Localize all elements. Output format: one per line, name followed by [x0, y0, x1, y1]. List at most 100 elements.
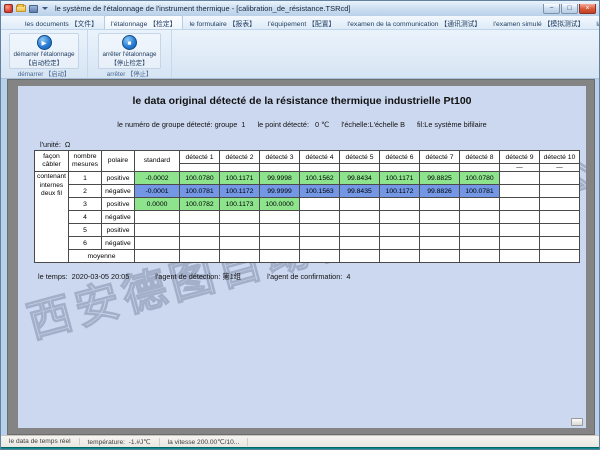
column-header: détecté 6	[380, 151, 420, 164]
start-button-label-cn: 【启动检定】	[25, 58, 63, 67]
report-footer-line: le temps: 2020-03-05 20:05 l'agent de dé…	[38, 272, 350, 282]
detected-value-cell	[220, 224, 260, 237]
detected-value-cell	[300, 224, 340, 237]
detected-value-cell: 99.8434	[340, 172, 380, 185]
mean-value-cell	[180, 250, 220, 263]
mean-value-cell	[220, 250, 260, 263]
detected-value-cell	[180, 211, 220, 224]
standard-value-cell	[135, 237, 180, 250]
detected-value-cell	[540, 172, 580, 185]
detected-value-cell	[460, 224, 500, 237]
detected-value-cell: 100.0780	[180, 172, 220, 185]
table-row-mean: moyenne	[35, 250, 580, 263]
polarity-cell: négative	[102, 237, 135, 250]
measure-number-cell: 4	[69, 211, 102, 224]
measure-number-cell: 5	[69, 224, 102, 237]
detected-value-cell: 99.9998	[260, 172, 300, 185]
confirmation-agent-text: l'agent de confirmation: 4	[267, 272, 350, 282]
detected-value-cell	[340, 211, 380, 224]
start-calibration-button[interactable]: ▶ démarrer l'étalonnage 【启动检定】	[9, 33, 78, 69]
detected-value-cell	[180, 237, 220, 250]
tab-report[interactable]: le formulaire 【报表】	[183, 16, 261, 29]
save-icon[interactable]	[29, 5, 38, 13]
status-segment: le data de temps réel	[1, 438, 80, 445]
detected-value-cell	[340, 237, 380, 250]
close-button[interactable]: ×	[579, 4, 596, 14]
column-subheader	[260, 164, 300, 172]
column-header: détecté 4	[300, 151, 340, 164]
detected-value-cell: 100.1172	[220, 185, 260, 198]
detected-value-cell	[300, 237, 340, 250]
app-window: le système de l'étalonnage de l'instrume…	[0, 0, 600, 450]
mean-value-cell	[380, 250, 420, 263]
wiring-mode-cell: contenant internes deux fil	[35, 172, 69, 263]
detected-value-cell	[300, 211, 340, 224]
mean-value-cell	[420, 250, 460, 263]
column-subheader	[380, 164, 420, 172]
tab-calibration[interactable]: l'étalonnage 【检定】	[104, 15, 184, 29]
column-header: façon câbler	[35, 151, 69, 172]
column-subheader	[420, 164, 460, 172]
detected-value-cell	[380, 198, 420, 211]
detected-value-cell: 100.0000	[260, 198, 300, 211]
detected-value-cell	[500, 198, 540, 211]
detected-value-cell	[540, 237, 580, 250]
mean-value-cell	[340, 250, 380, 263]
polarity-cell: positive	[102, 224, 135, 237]
ribbon-group-start: ▶ démarrer l'étalonnage 【启动检定】 démarrer …	[1, 30, 88, 78]
maximize-button[interactable]: □	[561, 4, 578, 14]
table-row: 3positive0.0000100.0782100.1173100.0000	[35, 198, 580, 211]
detected-value-cell: 99.8435	[340, 185, 380, 198]
status-segment: la vitesse 200.00℃/10...	[160, 438, 249, 446]
detected-value-cell	[180, 224, 220, 237]
play-icon: ▶	[37, 35, 52, 50]
tab-equipment[interactable]: l'équipement 【配置】	[262, 16, 341, 29]
minimize-button[interactable]: −	[543, 4, 560, 14]
detected-value-cell	[340, 224, 380, 237]
detected-value-cell: 100.1172	[380, 185, 420, 198]
column-header: détecté 1	[180, 151, 220, 164]
polarity-cell: négative	[102, 185, 135, 198]
detected-value-cell: 100.1173	[220, 198, 260, 211]
scrollbar-button[interactable]	[571, 418, 583, 426]
tab-documents[interactable]: les documents 【文件】	[19, 16, 104, 29]
detected-value-cell	[260, 224, 300, 237]
column-subheader	[220, 164, 260, 172]
mean-value-cell	[300, 250, 340, 263]
column-header: polaire	[102, 151, 135, 172]
tab-sim-test[interactable]: l'examen simulé 【模拟测试】	[487, 16, 590, 29]
detected-value-cell	[420, 198, 460, 211]
standard-value-cell: 0.0000	[135, 198, 180, 211]
quick-access-dropdown-icon[interactable]	[42, 7, 48, 10]
detected-value-cell	[380, 237, 420, 250]
column-subheader: —	[500, 164, 540, 172]
detection-info-line: le numéro de groupe détecté: groupe 1 le…	[18, 120, 586, 129]
column-header: détecté 3	[260, 151, 300, 164]
tab-view[interactable]: la vision 【视图】	[590, 16, 600, 29]
wire-system-text: fil:Le système bifilaire	[417, 120, 487, 129]
status-segment: température: -1.#J℃	[80, 438, 160, 446]
detected-value-cell	[220, 237, 260, 250]
measure-number-cell: 1	[69, 172, 102, 185]
start-group-label: démarrer 【启动】	[18, 69, 70, 78]
measure-number-cell: 2	[69, 185, 102, 198]
mean-label-cell: moyenne	[69, 250, 135, 263]
polarity-cell: négative	[102, 211, 135, 224]
standard-value-cell: -0.0001	[135, 185, 180, 198]
stop-calibration-button[interactable]: ■ arrêter l'étalonnage 【停止检定】	[98, 33, 160, 69]
window-title: le système de l'étalonnage de l'instrume…	[55, 4, 540, 13]
tab-comm-test[interactable]: l'examen de la communication 【通讯测试】	[341, 16, 487, 29]
detected-value-cell: 100.1563	[300, 185, 340, 198]
open-file-icon[interactable]	[16, 5, 26, 12]
column-header: détecté 5	[340, 151, 380, 164]
mean-value-cell	[260, 250, 300, 263]
column-header: détecté 7	[420, 151, 460, 164]
detected-value-cell	[500, 224, 540, 237]
menu-tabs: les documents 【文件】l'étalonnage 【检定】le fo…	[19, 15, 600, 29]
detected-value-cell	[500, 211, 540, 224]
detected-value-cell	[420, 224, 460, 237]
mean-value-cell	[460, 250, 500, 263]
detected-value-cell	[540, 198, 580, 211]
detected-value-cell: 99.9999	[260, 185, 300, 198]
report-title: le data original détecté de la résistanc…	[18, 95, 586, 107]
